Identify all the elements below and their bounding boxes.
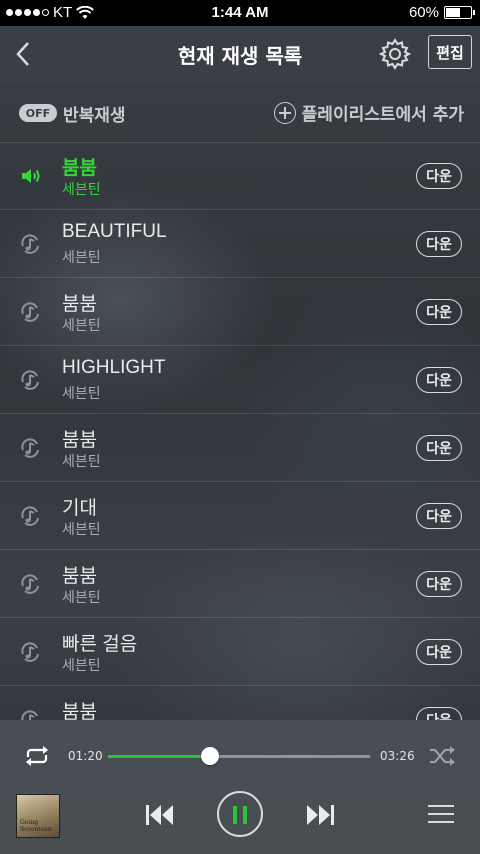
menu-icon[interactable] <box>428 803 454 825</box>
download-button[interactable]: 다운 <box>416 503 462 529</box>
music-note-icon <box>20 574 42 594</box>
download-button[interactable]: 다운 <box>416 299 462 325</box>
track-title: 붐붐 <box>62 158 97 179</box>
album-caption: Going Seventeen <box>20 819 52 833</box>
track-title: 붐붐 <box>62 702 97 720</box>
download-button[interactable]: 다운 <box>416 231 462 257</box>
track-row[interactable]: 붐붐세븐틴 다운 <box>0 142 480 210</box>
download-button[interactable]: 다운 <box>416 639 462 665</box>
repeat-toggle[interactable]: OFF <box>19 104 57 122</box>
track-row[interactable]: 붐붐세븐틴 다운 <box>0 278 480 346</box>
music-note-icon <box>20 506 42 526</box>
track-title: 빠른 걸음 <box>62 634 138 655</box>
track-title: 붐붐 <box>62 566 97 587</box>
previous-track-icon[interactable] <box>144 802 176 828</box>
repeat-bar: OFF 반복재생 플레이리스트에서 추가 <box>0 82 480 143</box>
download-button[interactable]: 다운 <box>416 163 462 189</box>
now-playing-speaker-icon <box>20 166 42 186</box>
repeat-icon[interactable] <box>22 745 52 767</box>
track-row[interactable]: 붐붐세븐틴 다운 <box>0 550 480 618</box>
battery-icon <box>444 6 475 19</box>
track-title: 기대 <box>62 498 97 519</box>
total-time: 03:26 <box>380 749 415 763</box>
download-button[interactable]: 다운 <box>416 367 462 393</box>
plus-circle-icon <box>273 101 296 124</box>
music-note-icon <box>20 642 42 662</box>
repeat-label: 반복재생 <box>63 106 126 126</box>
playback-controls: Going Seventeen <box>0 790 480 846</box>
track-title: 붐붐 <box>62 294 97 315</box>
status-bar: KT 1:44 AM 60% <box>0 0 480 26</box>
progress-slider[interactable] <box>108 747 370 765</box>
battery-indicator: 60% <box>408 4 475 21</box>
track-artist: 세븐틴 <box>62 182 101 198</box>
pause-bar-left <box>233 806 237 824</box>
gear-icon[interactable] <box>378 37 412 71</box>
add-from-playlist-label: 플레이리스트에서 추가 <box>301 105 464 125</box>
music-note-icon <box>20 438 42 458</box>
track-artist: 세븐틴 <box>62 386 101 402</box>
download-button[interactable]: 다운 <box>416 571 462 597</box>
track-artist: 세븐틴 <box>62 590 101 606</box>
track-row[interactable]: 빠른 걸음세븐틴 다운 <box>0 618 480 686</box>
next-track-icon[interactable] <box>304 802 336 828</box>
music-note-icon <box>20 302 42 322</box>
track-row[interactable]: BEAUTIFUL 세븐틴 다운 <box>0 210 480 278</box>
edit-button[interactable]: 편집 <box>428 35 472 69</box>
track-title: 붐붐 <box>62 430 97 451</box>
track-artist: 세븐틴 <box>62 522 101 538</box>
track-title: BEAUTIFUL <box>62 221 167 242</box>
player-bar: 01:20 03:26 Going Seventeen <box>0 720 480 854</box>
track-title: HIGHLIGHT <box>62 357 166 378</box>
progress-played <box>108 755 211 758</box>
track-artist: 세븐틴 <box>62 250 101 266</box>
music-note-icon <box>20 370 42 390</box>
track-list: 붐붐 세븐틴 다운 BEAUTIFUL 세븐틴 다운 붐붐 세븐틴 다운 HIGHLIGHT 세븐틴… <box>0 142 480 720</box>
header-bar: 현재 재생 목록 편집 <box>0 26 480 82</box>
track-artist: 세븐틴 <box>62 318 101 334</box>
track-row[interactable]: 기대세븐틴 다운 <box>0 482 480 550</box>
battery-percent: 60% <box>408 4 439 21</box>
pause-bar-right <box>243 806 247 824</box>
track-row[interactable]: 붐붐세븐틴다운 <box>0 686 480 720</box>
pause-button[interactable] <box>217 791 263 837</box>
progress-row: 01:20 03:26 <box>0 740 480 772</box>
download-button[interactable]: 다운 <box>416 707 462 720</box>
track-artist: 세븐틴 <box>62 454 101 470</box>
album-art-thumbnail[interactable]: Going Seventeen <box>16 794 60 838</box>
current-time: 01:20 <box>68 749 103 763</box>
progress-knob[interactable] <box>201 747 220 765</box>
track-row[interactable]: HIGHLIGHT 세븐틴 다운 <box>0 346 480 414</box>
download-button[interactable]: 다운 <box>416 435 462 461</box>
track-artist: 세븐틴 <box>62 658 101 674</box>
music-note-icon <box>20 234 42 254</box>
add-from-playlist-button[interactable]: 플레이리스트에서 추가 <box>273 100 464 125</box>
shuffle-icon[interactable] <box>428 745 456 767</box>
track-row[interactable]: 붐붐세븐틴 다운 <box>0 414 480 482</box>
music-note-icon <box>20 710 42 720</box>
